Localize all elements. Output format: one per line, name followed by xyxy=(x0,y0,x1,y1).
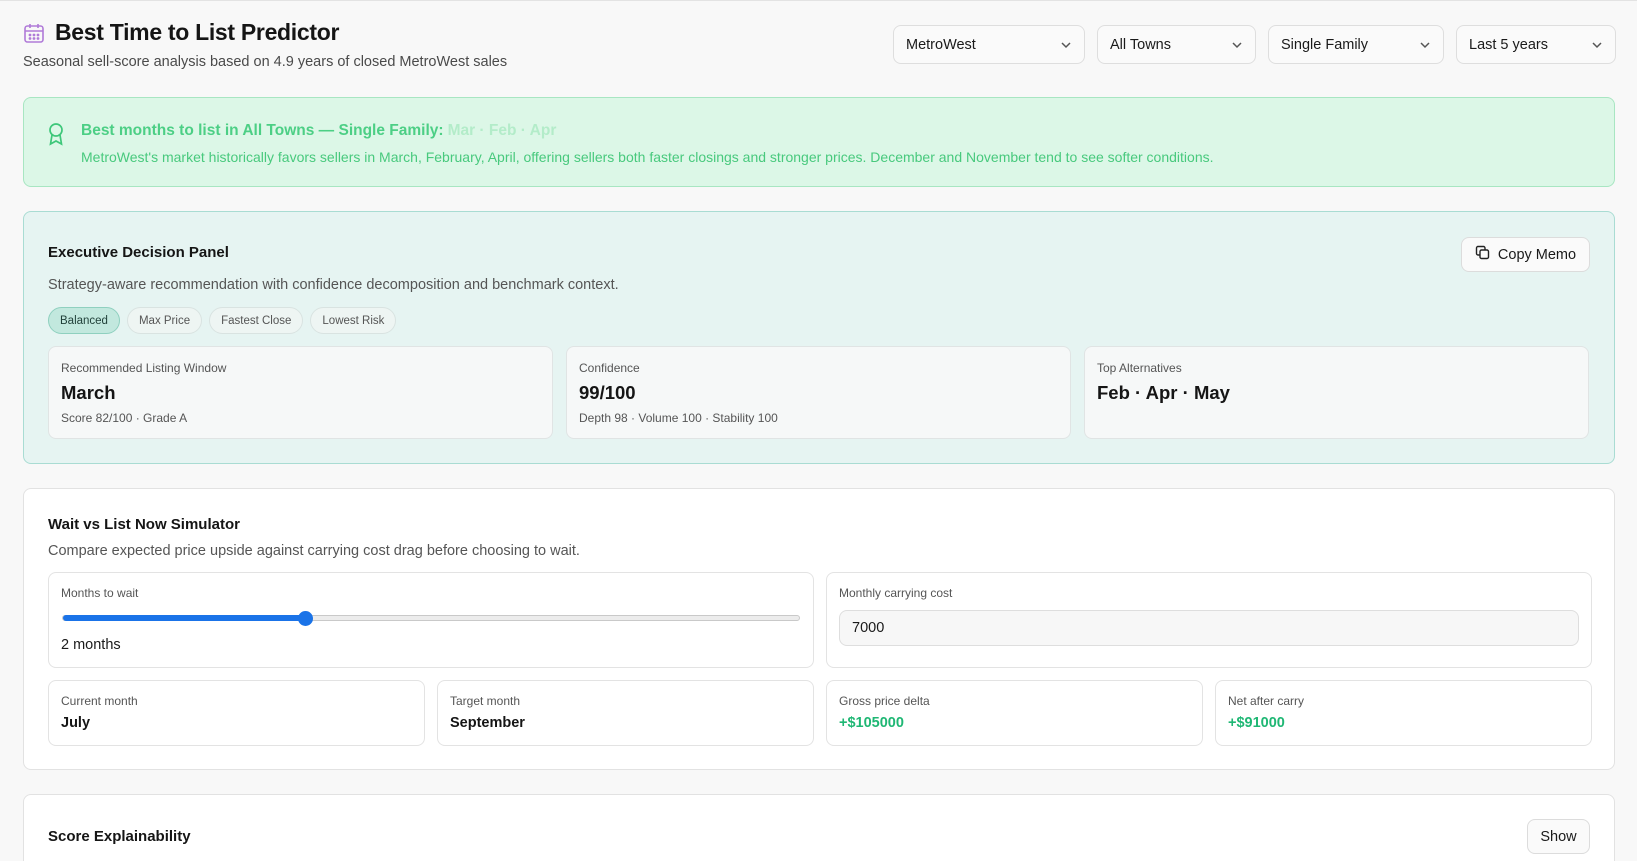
gross-price-delta-box: Gross price delta +$105000 xyxy=(826,680,1203,746)
target-month-label: Target month xyxy=(450,694,521,708)
target-month-value: September xyxy=(450,715,525,731)
copy-icon xyxy=(1475,245,1490,264)
town-select-value: All Towns xyxy=(1110,36,1171,53)
recommended-window-value: March xyxy=(61,382,116,403)
property-type-select-value: Single Family xyxy=(1281,36,1369,53)
simulator-results: Current month July Target month Septembe… xyxy=(48,680,1592,746)
months-to-wait-value: 2 months xyxy=(61,637,121,653)
slider-thumb[interactable] xyxy=(298,611,314,626)
copy-memo-label: Copy Memo xyxy=(1497,246,1577,263)
chevron-down-icon xyxy=(1231,39,1243,51)
show-button[interactable]: Show xyxy=(1527,819,1590,854)
net-after-carry-label: Net after carry xyxy=(1228,694,1305,708)
net-after-carry-box: Net after carry +$91000 xyxy=(1215,680,1592,746)
months-to-wait-label: Months to wait xyxy=(61,586,139,600)
months-to-wait-box: Months to wait 2 months xyxy=(48,572,814,668)
region-select[interactable]: MetroWest xyxy=(893,25,1085,64)
property-type-select[interactable]: Single Family xyxy=(1268,25,1444,64)
confidence-meta: Depth 98 · Volume 100 · Stability 100 xyxy=(579,411,778,425)
months-to-wait-slider[interactable] xyxy=(62,611,800,626)
top-alternatives-value: Feb · Apr · May xyxy=(1097,382,1230,403)
confidence-label: Confidence xyxy=(579,361,640,375)
filter-bar: MetroWest All Towns Single Family Last 5… xyxy=(893,25,1616,64)
strategy-chip-max-price[interactable]: Max Price xyxy=(126,307,203,334)
score-explainability-title: Score Explainability xyxy=(48,828,191,845)
banner-title-text: Best months to list in All Towns — Singl… xyxy=(81,122,444,139)
simulator-subtitle: Compare expected price upside against ca… xyxy=(48,543,580,559)
executive-panel-title: Executive Decision Panel xyxy=(48,244,229,261)
target-month-box: Target month September xyxy=(437,680,814,746)
chevron-down-icon xyxy=(1591,39,1603,51)
banner-text: MetroWest's market historically favors s… xyxy=(81,149,1214,165)
executive-panel-subtitle: Strategy-aware recommendation with confi… xyxy=(48,277,619,293)
slider-fill xyxy=(63,615,306,621)
carrying-cost-label: Monthly carrying cost xyxy=(839,586,953,600)
strategy-chips: Balanced Max Price Fastest Close Lowest … xyxy=(48,307,397,334)
period-select[interactable]: Last 5 years xyxy=(1456,25,1616,64)
period-select-value: Last 5 years xyxy=(1469,36,1548,53)
page-title: Best Time to List Predictor xyxy=(55,19,340,45)
recommended-window-label: Recommended Listing Window xyxy=(61,361,227,375)
executive-decision-panel: Executive Decision Panel Strategy-aware … xyxy=(23,211,1615,464)
chevron-down-icon xyxy=(1419,39,1431,51)
title-row: Best Time to List Predictor xyxy=(23,19,339,46)
top-alternatives-label: Top Alternatives xyxy=(1097,361,1182,375)
gross-price-delta-value: +$105000 xyxy=(839,715,904,731)
current-month-label: Current month xyxy=(61,694,138,708)
carrying-cost-input[interactable] xyxy=(839,610,1579,646)
gross-price-delta-label: Gross price delta xyxy=(839,694,930,708)
wait-vs-list-simulator: Wait vs List Now Simulator Compare expec… xyxy=(23,488,1615,770)
confidence-value: 99/100 xyxy=(579,382,636,403)
strategy-chip-balanced[interactable]: Balanced xyxy=(48,307,120,334)
calendar-icon xyxy=(23,22,45,44)
banner-best-months: Mar · Feb · Apr xyxy=(447,122,557,139)
recommended-window-meta: Score 82/100 · Grade A xyxy=(61,411,188,425)
award-icon xyxy=(46,122,66,146)
current-month-value: July xyxy=(61,715,91,731)
strategy-chip-fastest-close[interactable]: Fastest Close xyxy=(209,307,304,334)
strategy-chip-lowest-risk[interactable]: Lowest Risk xyxy=(310,307,397,334)
best-months-banner: Best months to list in All Towns — Singl… xyxy=(23,97,1615,187)
current-month-box: Current month July xyxy=(48,680,425,746)
simulator-title: Wait vs List Now Simulator xyxy=(48,516,240,533)
carrying-cost-box: Monthly carrying cost xyxy=(826,572,1592,668)
copy-memo-button[interactable]: Copy Memo xyxy=(1461,237,1590,272)
score-explainability-panel: Score Explainability Show xyxy=(23,794,1615,861)
confidence-box: Confidence 99/100 Depth 98 · Volume 100 … xyxy=(566,346,1071,439)
page-header: Best Time to List Predictor Seasonal sel… xyxy=(23,1,1637,91)
chevron-down-icon xyxy=(1060,39,1072,51)
region-select-value: MetroWest xyxy=(906,36,976,53)
executive-summary-boxes: Recommended Listing Window March Score 8… xyxy=(48,346,1589,439)
page-subtitle: Seasonal sell-score analysis based on 4.… xyxy=(23,54,508,70)
top-alternatives-box: Top Alternatives Feb · Apr · May xyxy=(1084,346,1589,439)
net-after-carry-value: +$91000 xyxy=(1228,715,1285,731)
banner-title: Best months to list in All Towns — Singl… xyxy=(81,122,556,140)
simulator-inputs: Months to wait 2 months Monthly carrying… xyxy=(48,572,1592,668)
town-select[interactable]: All Towns xyxy=(1097,25,1256,64)
recommended-window-box: Recommended Listing Window March Score 8… xyxy=(48,346,553,439)
